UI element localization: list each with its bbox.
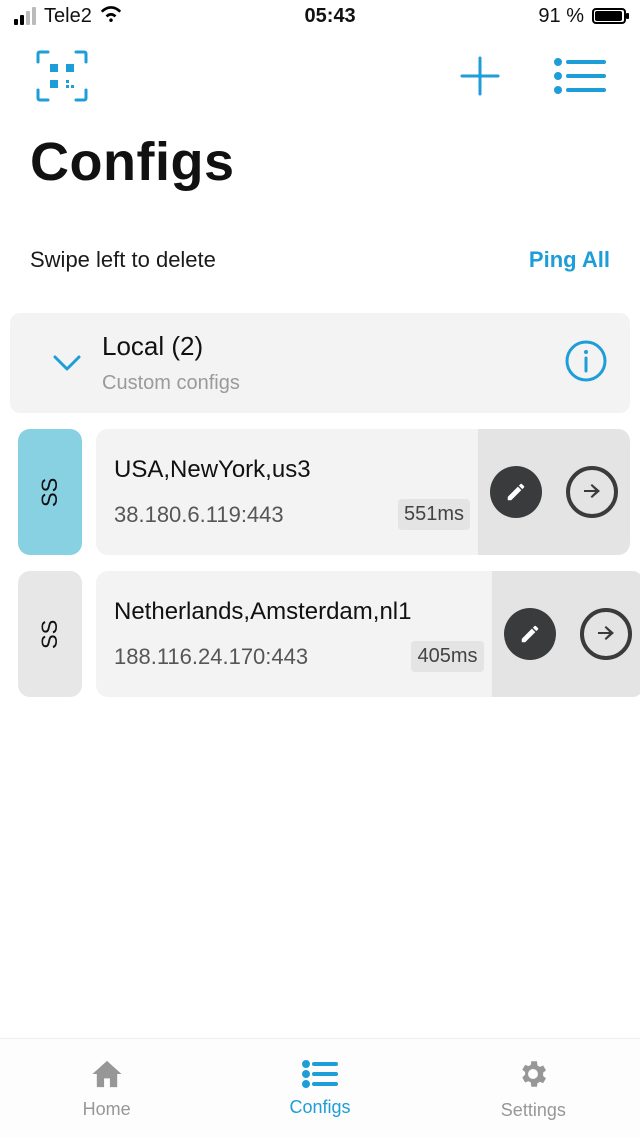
status-bar: Tele2 05:43 91 % (0, 0, 640, 32)
config-address: 188.116.24.170:443 (114, 644, 411, 670)
battery-icon (592, 8, 626, 24)
config-actions (492, 571, 640, 697)
swipe-hint: Swipe left to delete (30, 247, 216, 273)
home-icon (89, 1058, 125, 1095)
qr-scan-button[interactable] (34, 48, 90, 109)
edit-button[interactable] (504, 608, 556, 660)
share-button[interactable] (566, 466, 618, 518)
nav-home-label: Home (83, 1099, 131, 1120)
nav-home[interactable]: Home (0, 1039, 213, 1138)
nav-configs-label: Configs (289, 1097, 350, 1118)
wifi-icon (100, 4, 122, 28)
signal-icon (14, 7, 36, 25)
page-title: Configs (0, 117, 640, 201)
config-name: Netherlands,Amsterdam,nl1 (114, 598, 411, 626)
config-body: USA,NewYork,us3 38.180.6.119:443 551ms (96, 429, 630, 555)
bottom-nav: Home Configs Settings (0, 1038, 640, 1138)
ping-badge: 405ms (411, 641, 483, 672)
clock: 05:43 (305, 5, 356, 28)
config-address: 38.180.6.119:443 (114, 502, 398, 528)
status-right: 91 % (538, 5, 626, 28)
config-actions (478, 429, 630, 555)
group-title: Local (2) (102, 331, 564, 362)
protocol-tag: SS (18, 571, 82, 697)
group-subtitle: Custom configs (102, 372, 564, 395)
config-row[interactable]: SS Netherlands,Amsterdam,nl1 188.116.24.… (18, 571, 630, 697)
config-row[interactable]: SS USA,NewYork,us3 38.180.6.119:443 551m… (18, 429, 630, 555)
protocol-tag: SS (18, 429, 82, 555)
menu-list-button[interactable] (554, 56, 606, 101)
add-config-button[interactable] (458, 54, 502, 103)
info-button[interactable] (564, 339, 608, 388)
nav-configs[interactable]: Configs (213, 1039, 426, 1138)
gear-icon (516, 1057, 550, 1096)
top-controls (0, 32, 640, 117)
carrier-label: Tele2 (44, 5, 92, 28)
battery-percent: 91 % (538, 5, 584, 28)
edit-button[interactable] (490, 466, 542, 518)
nav-settings[interactable]: Settings (427, 1039, 640, 1138)
nav-settings-label: Settings (501, 1100, 566, 1121)
group-header-local[interactable]: Local (2) Custom configs (10, 313, 630, 413)
chevron-down-icon (32, 353, 102, 373)
ping-badge: 551ms (398, 499, 470, 530)
config-body: Netherlands,Amsterdam,nl1 188.116.24.170… (96, 571, 640, 697)
status-left: Tele2 (14, 4, 122, 28)
config-name: USA,NewYork,us3 (114, 456, 398, 484)
hint-row: Swipe left to delete Ping All (0, 201, 640, 313)
share-button[interactable] (580, 608, 632, 660)
list-icon (302, 1060, 338, 1093)
ping-all-button[interactable]: Ping All (529, 247, 610, 273)
